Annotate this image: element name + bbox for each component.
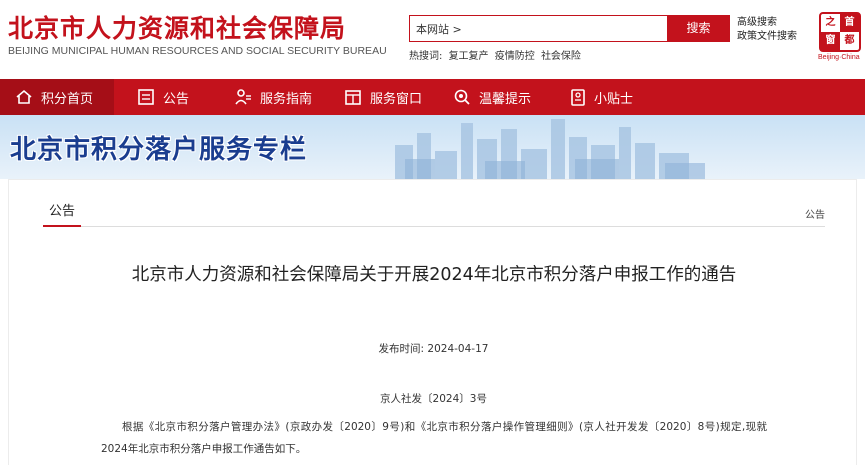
sticker-icon [571, 89, 585, 106]
nav-item-guide[interactable]: 服务指南 [234, 79, 312, 115]
search-box[interactable] [409, 15, 667, 42]
window-icon [345, 90, 361, 105]
column-banner: 北京市积分落户服务专栏 [0, 115, 865, 179]
nav-label: 温馨提示 [479, 91, 532, 107]
policy-search-link[interactable]: 政策文件搜索 [737, 30, 797, 44]
publish-info: 发布时间: 2024-04-17 [9, 341, 858, 356]
guide-icon [235, 89, 251, 105]
hot-word[interactable]: 疫情防控 [495, 51, 535, 62]
logo-char: 首 [840, 14, 859, 32]
main-nav: 积分首页 公告 服务指南 服务窗口 温馨提示 小贴士 [0, 79, 865, 115]
nav-label: 积分首页 [41, 91, 94, 107]
logo-char: 之 [825, 17, 836, 28]
article-title: 北京市人力资源和社会保障局关于开展2024年北京市积分落户申报工作的通告 [131, 265, 737, 285]
tab-notice[interactable]: 公告 [43, 200, 82, 227]
nav-item-home[interactable]: 积分首页 [0, 79, 114, 115]
advanced-search-link[interactable]: 高级搜索 [737, 16, 797, 30]
document-number: 京人社发〔2024〕3号 [380, 393, 487, 405]
tips-icon [454, 89, 470, 105]
site-header: 北京市人力资源和社会保障局 BEIJING MUNICIPAL HUMAN RE… [0, 0, 865, 79]
hot-search-label: 热搜词: [409, 51, 443, 62]
article-paragraph: 根据《北京市积分落户管理办法》(京政办发〔2020〕9号)和《北京市积分落户操作… [101, 421, 767, 455]
banner-title: 北京市积分落户服务专栏 [10, 135, 308, 165]
nav-label: 服务窗口 [370, 91, 423, 107]
capital-window-logo[interactable]: 之 首 窗 都 [819, 12, 861, 52]
notice-icon [138, 89, 154, 105]
site-title[interactable]: 北京市人力资源和社会保障局 [8, 9, 346, 45]
hot-search: 热搜词: 复工复产 疫情防控 社会保险 [409, 47, 584, 62]
search-input[interactable] [410, 16, 667, 41]
home-icon [16, 89, 32, 104]
article-panel: 公告 公告 北京市人力资源和社会保障局关于开展2024年北京市积分落户申报工作的… [8, 179, 857, 465]
nav-item-sticker[interactable]: 小贴士 [570, 79, 633, 115]
city-skyline-image [395, 119, 705, 179]
publish-date: 2024-04-17 [427, 343, 489, 355]
nav-label: 公告 [163, 91, 190, 107]
nav-label: 小贴士 [594, 91, 634, 107]
logo-char: 窗 [821, 32, 840, 50]
section-tab-bar: 公告 公告 [43, 200, 825, 227]
breadcrumb[interactable]: 公告 [805, 206, 825, 221]
nav-item-notice[interactable]: 公告 [137, 79, 189, 115]
nav-item-window[interactable]: 服务窗口 [344, 79, 422, 115]
nav-label: 服务指南 [260, 91, 313, 107]
hot-word[interactable]: 社会保险 [541, 51, 581, 62]
nav-item-tips[interactable]: 温馨提示 [453, 79, 531, 115]
publish-label: 发布时间: [378, 343, 425, 355]
site-subtitle: BEIJING MUNICIPAL HUMAN RESOURCES AND SO… [8, 45, 387, 57]
logo-char: 都 [844, 35, 855, 46]
logo-caption: Beijing·China [818, 54, 860, 61]
search-button[interactable]: 搜索 [667, 15, 730, 42]
search-links: 高级搜索 政策文件搜索 [737, 16, 797, 44]
hot-word[interactable]: 复工复产 [449, 51, 489, 62]
